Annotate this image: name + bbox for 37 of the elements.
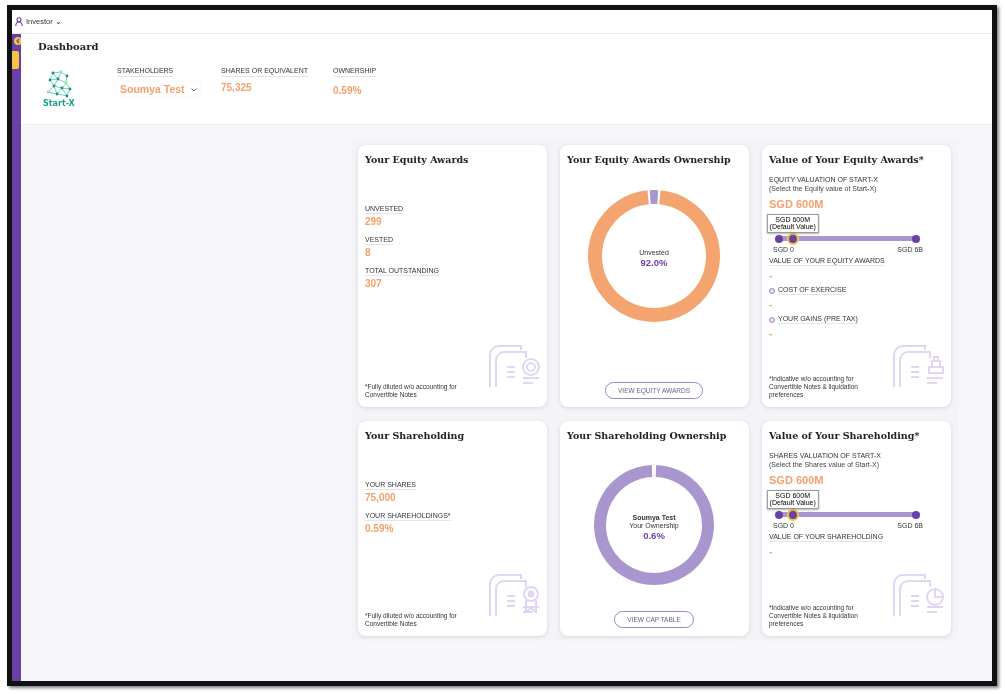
legend-dot-icon — [769, 316, 775, 323]
document-icon — [893, 345, 945, 387]
card-title: Value of Your Equity Awards* — [769, 154, 924, 165]
slider-end-dot — [912, 510, 920, 519]
document-icon — [489, 574, 541, 616]
result-value: - — [769, 328, 773, 339]
slider-end-dot — [912, 234, 920, 243]
stat-value: 0.59% — [333, 85, 362, 96]
card-title: Value of Your Shareholding* — [769, 430, 920, 441]
card-title: Your Equity Awards — [365, 154, 469, 165]
stat-value: 299 — [365, 216, 382, 227]
caret-icon — [190, 85, 197, 93]
card-title: Your Shareholding — [365, 430, 465, 441]
page-title: Dashboard — [38, 41, 99, 52]
result-value: - — [769, 546, 773, 557]
legend-dot-icon — [769, 287, 775, 294]
document-icon — [489, 345, 541, 387]
result-value: - — [769, 270, 773, 281]
stat-value: 75,325 — [221, 82, 252, 93]
stat-value: 0.59% — [365, 523, 394, 534]
result-value: - — [769, 299, 773, 310]
donut-value: 0.6% — [643, 529, 665, 541]
stat-value: 8 — [365, 247, 371, 258]
valuation-value: SGD 600M — [769, 474, 824, 486]
network-logo-icon — [44, 70, 73, 98]
card-title: Your Shareholding Ownership — [567, 430, 727, 441]
stat-value: 307 — [365, 278, 382, 289]
slider-start-dot — [775, 510, 783, 519]
document-icon — [893, 574, 945, 616]
valuation-value: SGD 600M — [769, 198, 824, 210]
logo-text: Start-X — [43, 99, 75, 108]
chevron-left-icon — [14, 37, 22, 45]
user-icon — [15, 17, 23, 26]
stat-value: 75,000 — [365, 492, 396, 503]
card-title: Your Equity Awards Ownership — [567, 154, 731, 165]
donut-value: 92.0% — [640, 256, 668, 268]
slider-start-dot — [775, 234, 783, 243]
